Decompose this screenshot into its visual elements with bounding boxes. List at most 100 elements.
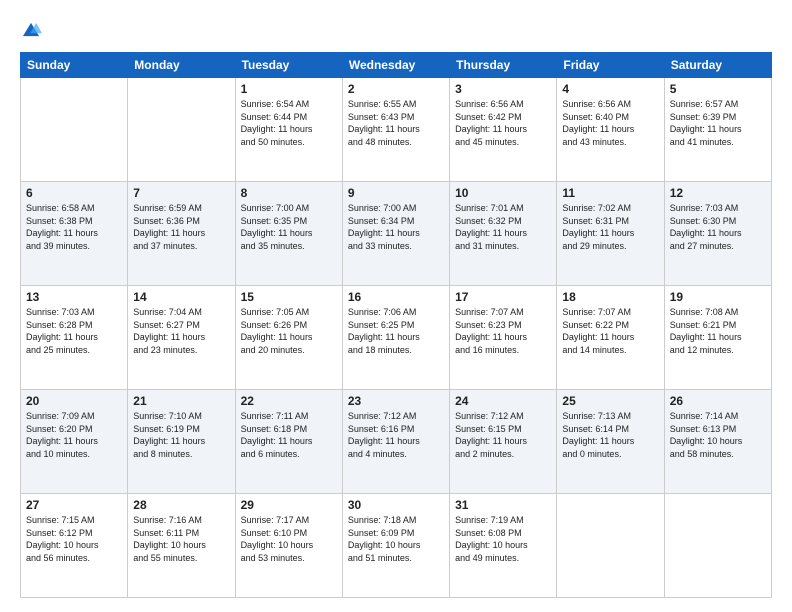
day-number: 20 (26, 394, 122, 408)
calendar-cell: 8Sunrise: 7:00 AM Sunset: 6:35 PM Daylig… (235, 182, 342, 286)
day-detail: Sunrise: 7:12 AM Sunset: 6:15 PM Dayligh… (455, 410, 551, 460)
day-detail: Sunrise: 7:00 AM Sunset: 6:34 PM Dayligh… (348, 202, 444, 252)
day-detail: Sunrise: 7:12 AM Sunset: 6:16 PM Dayligh… (348, 410, 444, 460)
calendar-cell: 5 Sunrise: 6:57 AM Sunset: 6:39 PM Daylig… (664, 78, 771, 182)
calendar-cell: 7Sunrise: 6:59 AM Sunset: 6:36 PM Daylig… (128, 182, 235, 286)
calendar-cell: 13Sunrise: 7:03 AM Sunset: 6:28 PM Dayli… (21, 286, 128, 390)
calendar-week-row: 13Sunrise: 7:03 AM Sunset: 6:28 PM Dayli… (21, 286, 772, 390)
day-detail: Sunrise: 7:02 AM Sunset: 6:31 PM Dayligh… (562, 202, 658, 252)
calendar-cell: 31 Sunrise: 7:19 AM Sunset: 6:08 PM Dayli… (450, 494, 557, 598)
calendar-week-row: 1Sunrise: 6:54 AM Sunset: 6:44 PM Daylig… (21, 78, 772, 182)
day-detail: Sunrise: 7:03 AM Sunset: 6:28 PM Dayligh… (26, 306, 122, 356)
calendar-cell: 26 Sunrise: 7:14 AM Sunset: 6:13 PM Dayli… (664, 390, 771, 494)
calendar-cell: 9 Sunrise: 7:00 AM Sunset: 6:34 PM Daylig… (342, 182, 449, 286)
calendar-week-row: 27 Sunrise: 7:15 AM Sunset: 6:12 PM Dayli… (21, 494, 772, 598)
calendar-cell: 16Sunrise: 7:06 AM Sunset: 6:25 PM Dayli… (342, 286, 449, 390)
day-detail: Sunrise: 7:19 AM Sunset: 6:08 PM Dayligh… (455, 514, 551, 564)
day-of-week-header: Monday (128, 53, 235, 78)
calendar-table: SundayMondayTuesdayWednesdayThursdayFrid… (20, 52, 772, 598)
calendar-cell: 10Sunrise: 7:01 AM Sunset: 6:32 PM Dayli… (450, 182, 557, 286)
day-of-week-header: Thursday (450, 53, 557, 78)
day-number: 27 (26, 498, 122, 512)
day-of-week-header: Friday (557, 53, 664, 78)
logo-icon (20, 20, 42, 42)
day-detail: Sunrise: 7:07 AM Sunset: 6:23 PM Dayligh… (455, 306, 551, 356)
day-number: 6 (26, 186, 122, 200)
calendar-cell: 3 Sunrise: 6:56 AM Sunset: 6:42 PM Daylig… (450, 78, 557, 182)
day-detail: Sunrise: 7:03 AM Sunset: 6:30 PM Dayligh… (670, 202, 766, 252)
day-detail: Sunrise: 7:15 AM Sunset: 6:12 PM Dayligh… (26, 514, 122, 564)
day-detail: Sunrise: 6:57 AM Sunset: 6:39 PM Dayligh… (670, 98, 766, 148)
day-number: 19 (670, 290, 766, 304)
day-detail: Sunrise: 7:11 AM Sunset: 6:18 PM Dayligh… (241, 410, 337, 460)
day-number: 22 (241, 394, 337, 408)
day-detail: Sunrise: 7:04 AM Sunset: 6:27 PM Dayligh… (133, 306, 229, 356)
calendar-cell: 25 Sunrise: 7:13 AM Sunset: 6:14 PM Dayli… (557, 390, 664, 494)
day-number: 15 (241, 290, 337, 304)
calendar-cell: 1Sunrise: 6:54 AM Sunset: 6:44 PM Daylig… (235, 78, 342, 182)
day-number: 5 (670, 82, 766, 96)
day-number: 31 (455, 498, 551, 512)
day-number: 14 (133, 290, 229, 304)
calendar-cell: 20 Sunrise: 7:09 AM Sunset: 6:20 PM Dayli… (21, 390, 128, 494)
calendar-cell (557, 494, 664, 598)
day-number: 3 (455, 82, 551, 96)
day-number: 2 (348, 82, 444, 96)
day-of-week-header: Wednesday (342, 53, 449, 78)
calendar-cell: 6 Sunrise: 6:58 AM Sunset: 6:38 PM Daylig… (21, 182, 128, 286)
day-detail: Sunrise: 7:09 AM Sunset: 6:20 PM Dayligh… (26, 410, 122, 460)
day-detail: Sunrise: 7:01 AM Sunset: 6:32 PM Dayligh… (455, 202, 551, 252)
calendar-week-row: 6 Sunrise: 6:58 AM Sunset: 6:38 PM Daylig… (21, 182, 772, 286)
calendar-cell: 27 Sunrise: 7:15 AM Sunset: 6:12 PM Dayli… (21, 494, 128, 598)
day-detail: Sunrise: 6:56 AM Sunset: 6:42 PM Dayligh… (455, 98, 551, 148)
day-detail: Sunrise: 7:08 AM Sunset: 6:21 PM Dayligh… (670, 306, 766, 356)
calendar-cell: 29Sunrise: 7:17 AM Sunset: 6:10 PM Dayli… (235, 494, 342, 598)
calendar-header-row: SundayMondayTuesdayWednesdayThursdayFrid… (21, 53, 772, 78)
calendar-cell: 24 Sunrise: 7:12 AM Sunset: 6:15 PM Dayli… (450, 390, 557, 494)
day-number: 18 (562, 290, 658, 304)
day-detail: Sunrise: 6:59 AM Sunset: 6:36 PM Dayligh… (133, 202, 229, 252)
day-number: 17 (455, 290, 551, 304)
day-detail: Sunrise: 6:56 AM Sunset: 6:40 PM Dayligh… (562, 98, 658, 148)
day-number: 24 (455, 394, 551, 408)
day-detail: Sunrise: 7:13 AM Sunset: 6:14 PM Dayligh… (562, 410, 658, 460)
calendar-cell: 22 Sunrise: 7:11 AM Sunset: 6:18 PM Dayli… (235, 390, 342, 494)
page: SundayMondayTuesdayWednesdayThursdayFrid… (0, 0, 792, 612)
day-number: 23 (348, 394, 444, 408)
day-number: 28 (133, 498, 229, 512)
day-detail: Sunrise: 7:17 AM Sunset: 6:10 PM Dayligh… (241, 514, 337, 564)
calendar-cell: 23 Sunrise: 7:12 AM Sunset: 6:16 PM Dayli… (342, 390, 449, 494)
calendar-cell: 14 Sunrise: 7:04 AM Sunset: 6:27 PM Dayli… (128, 286, 235, 390)
day-of-week-header: Sunday (21, 53, 128, 78)
day-detail: Sunrise: 6:54 AM Sunset: 6:44 PM Dayligh… (241, 98, 337, 148)
day-detail: Sunrise: 7:07 AM Sunset: 6:22 PM Dayligh… (562, 306, 658, 356)
logo (20, 18, 46, 42)
calendar-cell: 28 Sunrise: 7:16 AM Sunset: 6:11 PM Dayli… (128, 494, 235, 598)
day-detail: Sunrise: 7:10 AM Sunset: 6:19 PM Dayligh… (133, 410, 229, 460)
header (20, 18, 772, 42)
day-number: 21 (133, 394, 229, 408)
day-number: 4 (562, 82, 658, 96)
day-of-week-header: Saturday (664, 53, 771, 78)
day-number: 11 (562, 186, 658, 200)
day-detail: Sunrise: 7:00 AM Sunset: 6:35 PM Dayligh… (241, 202, 337, 252)
day-detail: Sunrise: 7:05 AM Sunset: 6:26 PM Dayligh… (241, 306, 337, 356)
calendar-cell: 18 Sunrise: 7:07 AM Sunset: 6:22 PM Dayli… (557, 286, 664, 390)
day-number: 26 (670, 394, 766, 408)
day-number: 12 (670, 186, 766, 200)
day-number: 9 (348, 186, 444, 200)
day-detail: Sunrise: 7:14 AM Sunset: 6:13 PM Dayligh… (670, 410, 766, 460)
calendar-cell: 12 Sunrise: 7:03 AM Sunset: 6:30 PM Dayli… (664, 182, 771, 286)
day-detail: Sunrise: 7:16 AM Sunset: 6:11 PM Dayligh… (133, 514, 229, 564)
calendar-week-row: 20 Sunrise: 7:09 AM Sunset: 6:20 PM Dayli… (21, 390, 772, 494)
calendar-cell: 17 Sunrise: 7:07 AM Sunset: 6:23 PM Dayli… (450, 286, 557, 390)
calendar-cell (21, 78, 128, 182)
day-detail: Sunrise: 6:55 AM Sunset: 6:43 PM Dayligh… (348, 98, 444, 148)
calendar-cell: 21 Sunrise: 7:10 AM Sunset: 6:19 PM Dayli… (128, 390, 235, 494)
day-detail: Sunrise: 6:58 AM Sunset: 6:38 PM Dayligh… (26, 202, 122, 252)
day-number: 25 (562, 394, 658, 408)
calendar-cell: 30Sunrise: 7:18 AM Sunset: 6:09 PM Dayli… (342, 494, 449, 598)
day-detail: Sunrise: 7:06 AM Sunset: 6:25 PM Dayligh… (348, 306, 444, 356)
calendar-cell (128, 78, 235, 182)
day-of-week-header: Tuesday (235, 53, 342, 78)
